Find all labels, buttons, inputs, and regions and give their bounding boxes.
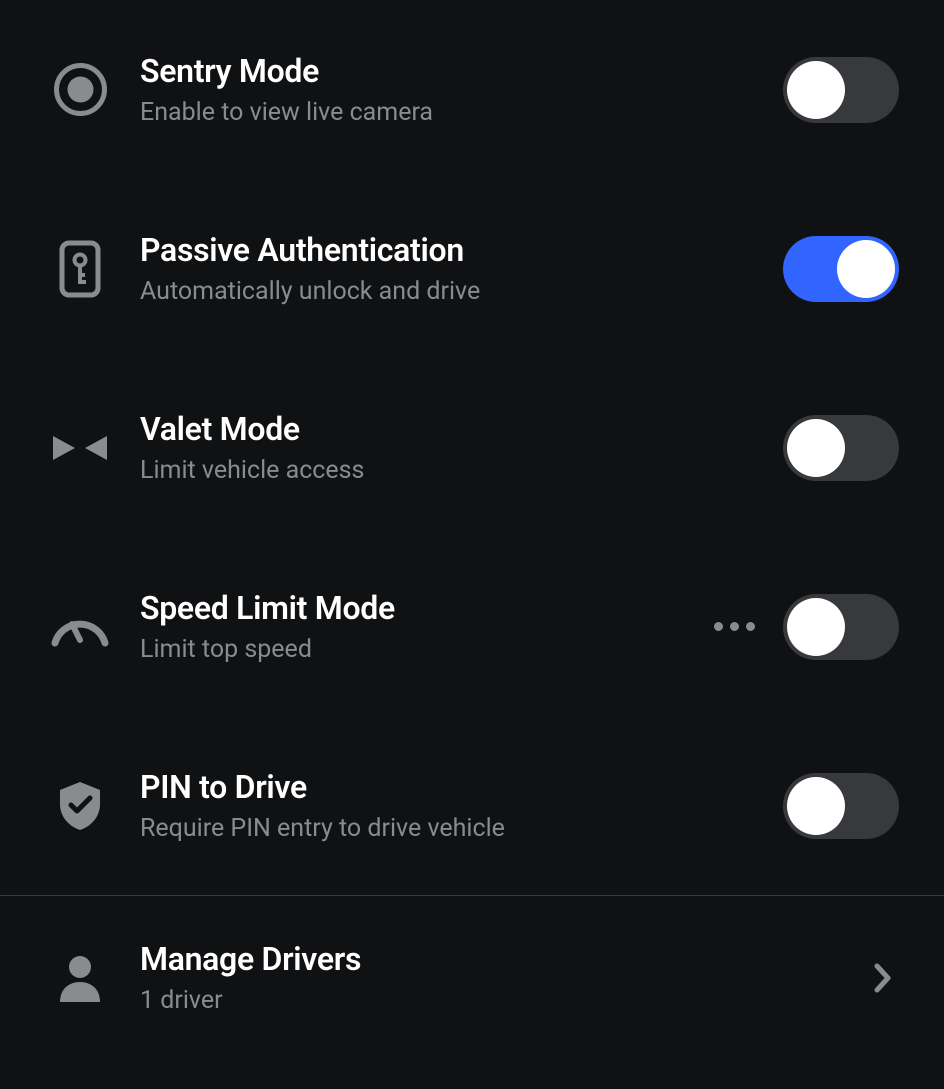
manage-drivers-text: Manage Drivers 1 driver: [140, 940, 839, 1015]
speed-limit-more-button[interactable]: [714, 622, 755, 631]
bowtie-icon: [48, 432, 112, 464]
setting-subtitle: Automatically unlock and drive: [140, 277, 755, 306]
setting-subtitle: Limit vehicle access: [140, 456, 755, 485]
valet-toggle[interactable]: [783, 415, 899, 481]
setting-subtitle: Enable to view live camera: [140, 98, 755, 127]
setting-title: Valet Mode: [140, 410, 755, 448]
pin-to-drive-toggle[interactable]: [783, 773, 899, 839]
setting-text-valet: Valet Mode Limit vehicle access: [140, 410, 755, 485]
chevron-right-icon: [867, 963, 899, 993]
setting-title: Passive Authentication: [140, 231, 755, 269]
setting-text-passive-auth: Passive Authentication Automatically unl…: [140, 231, 755, 306]
setting-row-speed-limit: Speed Limit Mode Limit top speed: [0, 537, 944, 716]
setting-text-sentry: Sentry Mode Enable to view live camera: [140, 52, 755, 127]
sentry-icon: [48, 62, 112, 117]
setting-row-passive-auth: Passive Authentication Automatically unl…: [0, 179, 944, 358]
setting-text-speed-limit: Speed Limit Mode Limit top speed: [140, 589, 686, 664]
setting-title: PIN to Drive: [140, 768, 755, 806]
setting-controls: [714, 594, 899, 660]
setting-row-valet: Valet Mode Limit vehicle access: [0, 358, 944, 537]
setting-row-pin-to-drive: PIN to Drive Require PIN entry to drive …: [0, 716, 944, 895]
setting-controls: [783, 236, 899, 302]
manage-drivers-title: Manage Drivers: [140, 940, 839, 978]
setting-row-sentry: Sentry Mode Enable to view live camera: [0, 0, 944, 179]
setting-controls: [783, 57, 899, 123]
setting-text-pin-to-drive: PIN to Drive Require PIN entry to drive …: [140, 768, 755, 843]
speedometer-icon: [48, 607, 112, 647]
shield-check-icon: [48, 780, 112, 832]
setting-controls: [783, 773, 899, 839]
setting-subtitle: Limit top speed: [140, 635, 686, 664]
phone-key-icon: [48, 240, 112, 298]
setting-title: Sentry Mode: [140, 52, 755, 90]
settings-list: Sentry Mode Enable to view live camera P…: [0, 0, 944, 1059]
manage-drivers-subtitle: 1 driver: [140, 986, 839, 1015]
person-icon: [48, 954, 112, 1002]
setting-title: Speed Limit Mode: [140, 589, 686, 627]
speed-limit-toggle[interactable]: [783, 594, 899, 660]
sentry-toggle[interactable]: [783, 57, 899, 123]
passive-auth-toggle[interactable]: [783, 236, 899, 302]
setting-subtitle: Require PIN entry to drive vehicle: [140, 814, 755, 843]
manage-drivers-row[interactable]: Manage Drivers 1 driver: [0, 895, 944, 1059]
setting-controls: [783, 415, 899, 481]
